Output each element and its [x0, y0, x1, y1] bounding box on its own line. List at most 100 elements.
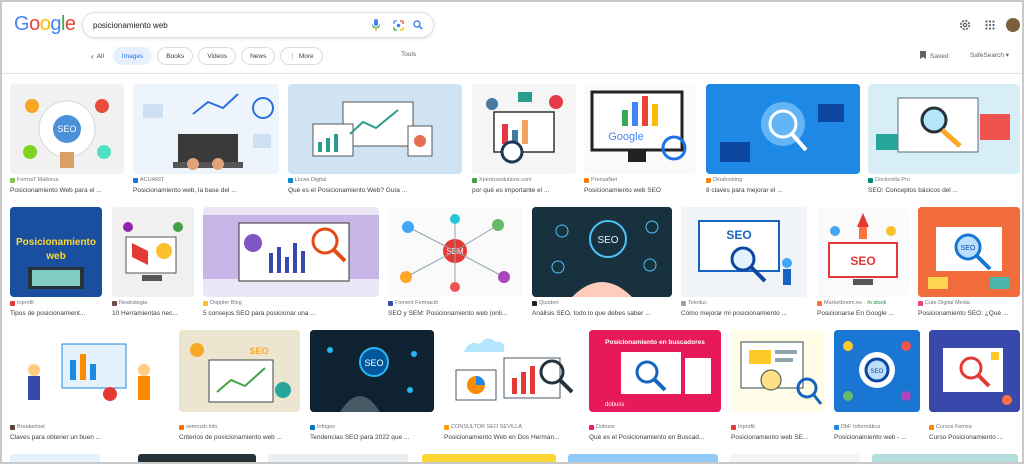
tab-news[interactable]: News: [241, 47, 276, 65]
tab-images[interactable]: Images: [112, 47, 153, 65]
search-box[interactable]: [82, 12, 434, 38]
result-title[interactable]: Posicionamiento SEO: ¿Qué ...: [918, 310, 1020, 317]
image-result[interactable]: SEO Marketboom.es · In stock Posicionarse…: [817, 207, 909, 317]
result-thumbnail[interactable]: Google: [584, 84, 696, 174]
result-title[interactable]: Posicionamiento web - ...: [834, 434, 920, 441]
result-title[interactable]: Posicionamiento web SEO: [584, 187, 696, 194]
search-input[interactable]: [93, 18, 363, 33]
google-logo[interactable]: Google: [14, 13, 76, 36]
account-avatar[interactable]: [1006, 18, 1020, 32]
image-result-partial[interactable]: [730, 454, 860, 462]
result-thumbnail[interactable]: SEO: [681, 207, 807, 297]
result-title[interactable]: Qué es el Posicionamiento Web? Guía ...: [288, 187, 462, 194]
result-thumbnail[interactable]: SEO: [834, 330, 920, 412]
image-result[interactable]: Google PrensaNet Posicionamiento web SEO: [584, 84, 696, 194]
result-source[interactable]: Cursos Femxa: [929, 424, 1020, 430]
result-thumbnail[interactable]: [203, 207, 379, 297]
result-thumbnail[interactable]: [706, 84, 860, 174]
result-title[interactable]: Cómo mejorar mi posicionamiento ...: [681, 310, 807, 317]
result-thumbnail[interactable]: [868, 84, 1020, 174]
result-thumbnail[interactable]: [288, 84, 462, 174]
result-title[interactable]: Criterios de posicionamiento web ...: [179, 434, 300, 441]
image-result[interactable]: Breakerlost Claves para obtener un buen …: [10, 330, 168, 441]
image-result[interactable]: Lluvia Digital Qué es el Posicionamiento…: [288, 84, 462, 194]
result-source[interactable]: Dobuss: [589, 424, 721, 430]
image-result[interactable]: SEO semrush.info Criterios de posicionam…: [179, 330, 300, 441]
result-source[interactable]: Teleduc: [681, 300, 807, 306]
image-result[interactable]: SEO DbF Informática Posicionamiento web …: [834, 330, 920, 441]
result-source[interactable]: semrush.info: [179, 424, 300, 430]
microphone-icon[interactable]: [369, 18, 383, 32]
result-source[interactable]: Inprofit: [731, 424, 825, 430]
saved-button[interactable]: Saved: [920, 51, 948, 61]
result-source[interactable]: Xpertossolutions.com: [472, 177, 576, 183]
search-icon[interactable]: [411, 18, 425, 32]
result-source[interactable]: ACUARIT: [133, 177, 279, 183]
image-result[interactable]: SEO Cute Digital Media Posicionamiento S…: [918, 207, 1020, 317]
image-result[interactable]: SEO Quoderi Análisis SEO, todo lo que de…: [532, 207, 672, 317]
result-source[interactable]: Infoges: [310, 424, 434, 430]
image-result[interactable]: SEO Teleduc Cómo mejorar mi posicionamie…: [681, 207, 807, 317]
result-title[interactable]: Posicionarse En Google ...: [817, 310, 909, 317]
image-result-partial[interactable]: [138, 454, 256, 462]
result-thumbnail[interactable]: SEO: [179, 330, 300, 412]
result-source[interactable]: FormaT Mallorca: [10, 177, 124, 183]
result-thumbnail[interactable]: SEO: [532, 207, 672, 297]
result-thumbnail[interactable]: [731, 330, 825, 412]
lens-camera-icon[interactable]: [391, 18, 405, 32]
image-result[interactable]: Posicionamiento web Inprofit Tipos de po…: [10, 207, 102, 317]
tab-more[interactable]: ⋮ More: [280, 47, 323, 65]
result-thumbnail[interactable]: [472, 84, 576, 174]
result-thumbnail[interactable]: [112, 207, 194, 297]
result-source[interactable]: Inprofit: [10, 300, 102, 306]
result-title[interactable]: Claves para obtener un buen ...: [10, 434, 168, 441]
result-title[interactable]: 5 consejos SEO para posicionar una ...: [203, 310, 379, 317]
image-result-partial[interactable]: [422, 454, 556, 462]
image-result[interactable]: SEM Foment Formació SEO y SEM: Posiciona…: [388, 207, 522, 317]
tab-videos[interactable]: Videos: [198, 47, 237, 65]
result-thumbnail[interactable]: [133, 84, 279, 174]
image-result[interactable]: ACUARIT Posicionamiento web, la base del…: [133, 84, 279, 194]
tab-books[interactable]: Books: [157, 47, 194, 65]
tab-all[interactable]: ‹ All: [87, 47, 108, 65]
result-thumbnail[interactable]: SEO: [310, 330, 434, 412]
result-source[interactable]: Quoderi: [532, 300, 672, 306]
result-source[interactable]: Breakerlost: [10, 424, 168, 430]
result-title[interactable]: Posicionamiento Web en Dos Herman...: [444, 434, 580, 441]
result-title[interactable]: Posicionamiento web SE...: [731, 434, 825, 441]
settings-gear-icon[interactable]: [958, 18, 972, 32]
image-result[interactable]: Xpertossolutions.com por qué es importan…: [472, 84, 576, 194]
result-source[interactable]: Foment Formació: [388, 300, 522, 306]
result-title[interactable]: SEO: Conceptos básicos del ...: [868, 187, 1020, 194]
image-result[interactable]: Doctorella Pro SEO: Conceptos básicos de…: [868, 84, 1020, 194]
image-result-partial[interactable]: [10, 454, 100, 462]
result-title[interactable]: por qué es importante el ...: [472, 187, 576, 194]
result-source[interactable]: Nestrategia: [112, 300, 194, 306]
image-result-partial[interactable]: [268, 454, 408, 462]
result-title[interactable]: Posicionamiento web, la base del ...: [133, 187, 279, 194]
image-result[interactable]: Dinahosting 8 claves para mejorar el ...: [706, 84, 860, 194]
image-result[interactable]: Doppler Blog 5 consejos SEO para posicio…: [203, 207, 379, 317]
safesearch-button[interactable]: SafeSearch ▾: [970, 51, 1009, 59]
result-title[interactable]: 10 Herramientas nec...: [112, 310, 194, 317]
apps-grid-icon[interactable]: [983, 18, 997, 32]
result-thumbnail[interactable]: [444, 330, 580, 412]
image-result-partial[interactable]: [568, 454, 718, 462]
result-source[interactable]: Lluvia Digital: [288, 177, 462, 183]
image-result[interactable]: Cursos Femxa Curso Posicionamiento ...: [929, 330, 1020, 441]
result-source[interactable]: Doctorella Pro: [868, 177, 1020, 183]
result-source[interactable]: Cute Digital Media: [918, 300, 1020, 306]
result-source[interactable]: Doppler Blog: [203, 300, 379, 306]
result-thumbnail[interactable]: [929, 330, 1020, 412]
result-title[interactable]: Qué es el Posicionamiento en Buscad...: [589, 434, 721, 441]
tools-button[interactable]: Tools: [401, 51, 416, 58]
result-thumbnail[interactable]: Posicionamiento en buscadores dobuss: [589, 330, 721, 412]
result-thumbnail[interactable]: SEO: [918, 207, 1020, 297]
result-thumbnail[interactable]: SEO: [10, 84, 124, 174]
image-result-partial[interactable]: [872, 454, 1018, 462]
result-title[interactable]: SEO y SEM: Posicionamiento web (onli...: [388, 310, 522, 317]
result-source[interactable]: DbF Informática: [834, 424, 920, 430]
result-title[interactable]: Tipos de posicionamient...: [10, 310, 102, 317]
result-title[interactable]: Tendencias SEO para 2022 que ...: [310, 434, 434, 441]
result-source[interactable]: Marketboom.es · In stock: [817, 300, 909, 306]
